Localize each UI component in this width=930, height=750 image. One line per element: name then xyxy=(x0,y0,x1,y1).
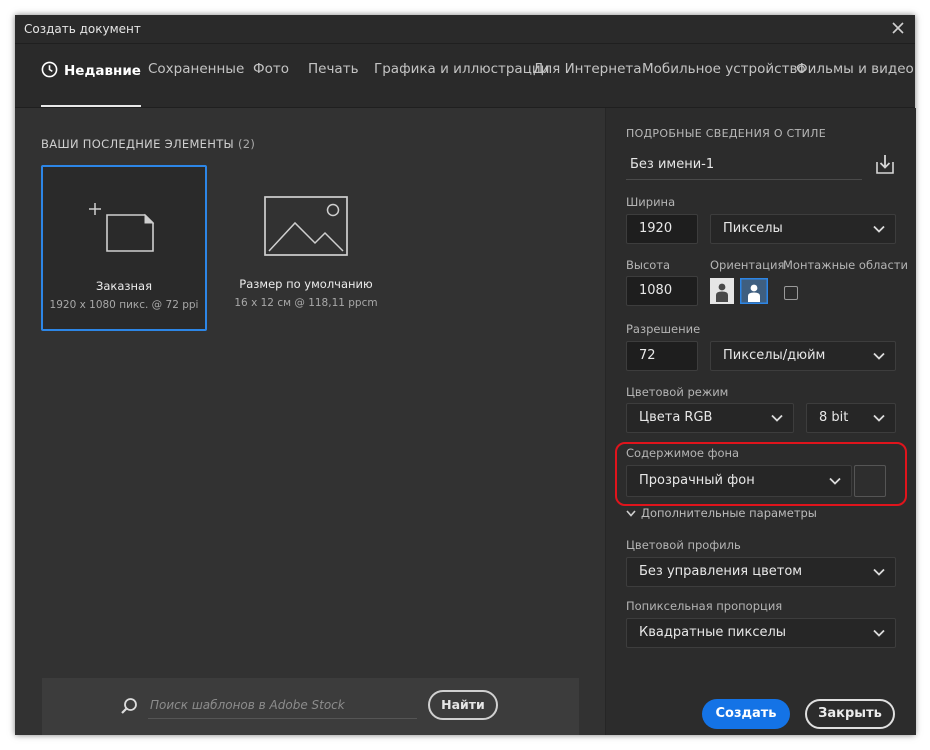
width-input[interactable]: 1920 xyxy=(626,214,698,244)
tab-label: Мобильное устройство xyxy=(642,61,806,77)
recent-panel: ВАШИ ПОСЛЕДНИЕ ЭЛЕМЕНТЫ (2) Заказная 1920… xyxy=(15,108,604,735)
width-unit-value: Пикселы xyxy=(723,221,783,236)
tab-label: Графика и иллюстрации xyxy=(374,61,550,77)
tab-label: Фильмы и видео xyxy=(796,61,914,77)
resolution-label: Разрешение xyxy=(626,322,701,336)
color-mode-select[interactable]: Цвета RGB xyxy=(626,403,794,433)
background-contents-label: Содержимое фона xyxy=(626,446,740,460)
tab-label: Недавние xyxy=(64,63,141,79)
recent-heading: ВАШИ ПОСЛЕДНИЕ ЭЛЕМЕНТЫ (2) xyxy=(41,137,255,151)
tab-saved[interactable]: Сохраненные xyxy=(148,61,244,107)
save-preset-icon[interactable] xyxy=(874,153,896,175)
preset-card-default-size[interactable]: Размер по умолчанию 16 x 12 см @ 118,11 … xyxy=(223,165,389,331)
preset-details: 16 x 12 см @ 118,11 ppcm xyxy=(234,297,378,309)
clock-icon xyxy=(41,61,58,78)
height-label: Высота xyxy=(626,258,671,272)
category-tabs: Недавние Сохраненные Фото Печать Графика… xyxy=(15,44,915,108)
pixel-aspect-value: Квадратные пикселы xyxy=(639,625,787,640)
stock-search-bar: Найти xyxy=(42,678,579,735)
chevron-down-icon xyxy=(873,414,885,422)
orientation-label: Ориентация xyxy=(710,258,785,272)
artboards-checkbox[interactable] xyxy=(784,286,798,300)
color-mode-label: Цветовой режим xyxy=(626,385,729,399)
close-icon[interactable] xyxy=(889,19,907,37)
tab-label: Печать xyxy=(308,61,359,77)
recent-count: (2) xyxy=(237,137,256,151)
background-contents-value: Прозрачный фон xyxy=(639,473,755,488)
find-button[interactable]: Найти xyxy=(428,690,498,720)
tab-photo[interactable]: Фото xyxy=(253,61,289,107)
tab-recent[interactable]: Недавние xyxy=(41,61,141,107)
color-profile-label: Цветовой профиль xyxy=(626,538,741,552)
bit-depth-value: 8 bit xyxy=(819,410,849,425)
close-button[interactable]: Закрыть xyxy=(805,699,895,729)
title-bar: Создать документ xyxy=(15,15,915,44)
resolution-unit-select[interactable]: Пикселы/дюйм xyxy=(710,341,896,371)
chevron-down-icon xyxy=(771,414,783,422)
document-name: Без имени-1 xyxy=(630,157,715,172)
color-profile-select[interactable]: Без управления цветом xyxy=(626,557,896,587)
tab-film-video[interactable]: Фильмы и видео xyxy=(796,61,914,107)
chevron-down-icon xyxy=(873,568,885,576)
background-contents-select[interactable]: Прозрачный фон xyxy=(626,465,852,497)
tab-label: Сохраненные xyxy=(148,61,245,77)
tab-label: Фото xyxy=(253,61,290,77)
width-label: Ширина xyxy=(626,195,676,209)
chevron-down-icon xyxy=(626,510,636,517)
preset-details: 1920 x 1080 пикс. @ 72 ppi xyxy=(49,299,199,311)
tab-label: Для Интернета xyxy=(533,61,642,77)
custom-document-icon xyxy=(89,203,155,252)
create-document-dialog: Создать документ Недавние Сохраненные Фо… xyxy=(15,15,916,735)
chevron-down-icon xyxy=(829,477,841,485)
preset-details-heading: ПОДРОБНЫЕ СВЕДЕНИЯ О СТИЛЕ xyxy=(626,127,826,140)
width-unit-select[interactable]: Пикселы xyxy=(710,214,896,244)
tab-mobile[interactable]: Мобильное устройство xyxy=(642,61,806,107)
chevron-down-icon xyxy=(873,352,885,360)
preset-name: Размер по умолчанию xyxy=(239,277,373,291)
chevron-down-icon xyxy=(873,629,885,637)
landscape-orientation-icon[interactable] xyxy=(740,278,768,304)
pixel-aspect-select[interactable]: Квадратные пикселы xyxy=(626,618,896,648)
image-placeholder-icon xyxy=(264,196,348,256)
tab-art-illustration[interactable]: Графика и иллюстрации xyxy=(374,61,549,107)
tab-web[interactable]: Для Интернета xyxy=(533,61,642,107)
preset-name: Заказная xyxy=(95,279,152,293)
stock-search-input[interactable] xyxy=(148,692,417,719)
tab-print[interactable]: Печать xyxy=(308,61,359,107)
color-mode-value: Цвета RGB xyxy=(639,410,713,425)
preset-details-panel: ПОДРОБНЫЕ СВЕДЕНИЯ О СТИЛЕ Без имени-1 Ш… xyxy=(605,108,916,735)
preset-card-custom[interactable]: Заказная 1920 x 1080 пикс. @ 72 ppi xyxy=(41,165,207,331)
advanced-options-label: Дополнительные параметры xyxy=(641,506,817,520)
portrait-orientation-icon[interactable] xyxy=(710,278,734,304)
pixel-aspect-label: Попиксельная пропорция xyxy=(626,599,783,613)
window-title: Создать документ xyxy=(24,22,141,36)
chevron-down-icon xyxy=(873,225,885,233)
create-button[interactable]: Создать xyxy=(702,699,790,729)
resolution-unit-value: Пикселы/дюйм xyxy=(723,348,826,363)
background-color-swatch[interactable] xyxy=(854,465,886,497)
artboards-label: Монтажные области xyxy=(783,258,908,272)
advanced-options-toggle[interactable]: Дополнительные параметры xyxy=(626,506,817,520)
color-profile-value: Без управления цветом xyxy=(639,564,803,579)
bit-depth-select[interactable]: 8 bit xyxy=(806,403,896,433)
search-icon xyxy=(121,698,137,714)
height-input[interactable]: 1080 xyxy=(626,276,698,306)
document-name-field[interactable]: Без имени-1 xyxy=(626,151,862,180)
recent-heading-label: ВАШИ ПОСЛЕДНИЕ ЭЛЕМЕНТЫ xyxy=(41,137,234,151)
resolution-input[interactable]: 72 xyxy=(626,341,698,371)
